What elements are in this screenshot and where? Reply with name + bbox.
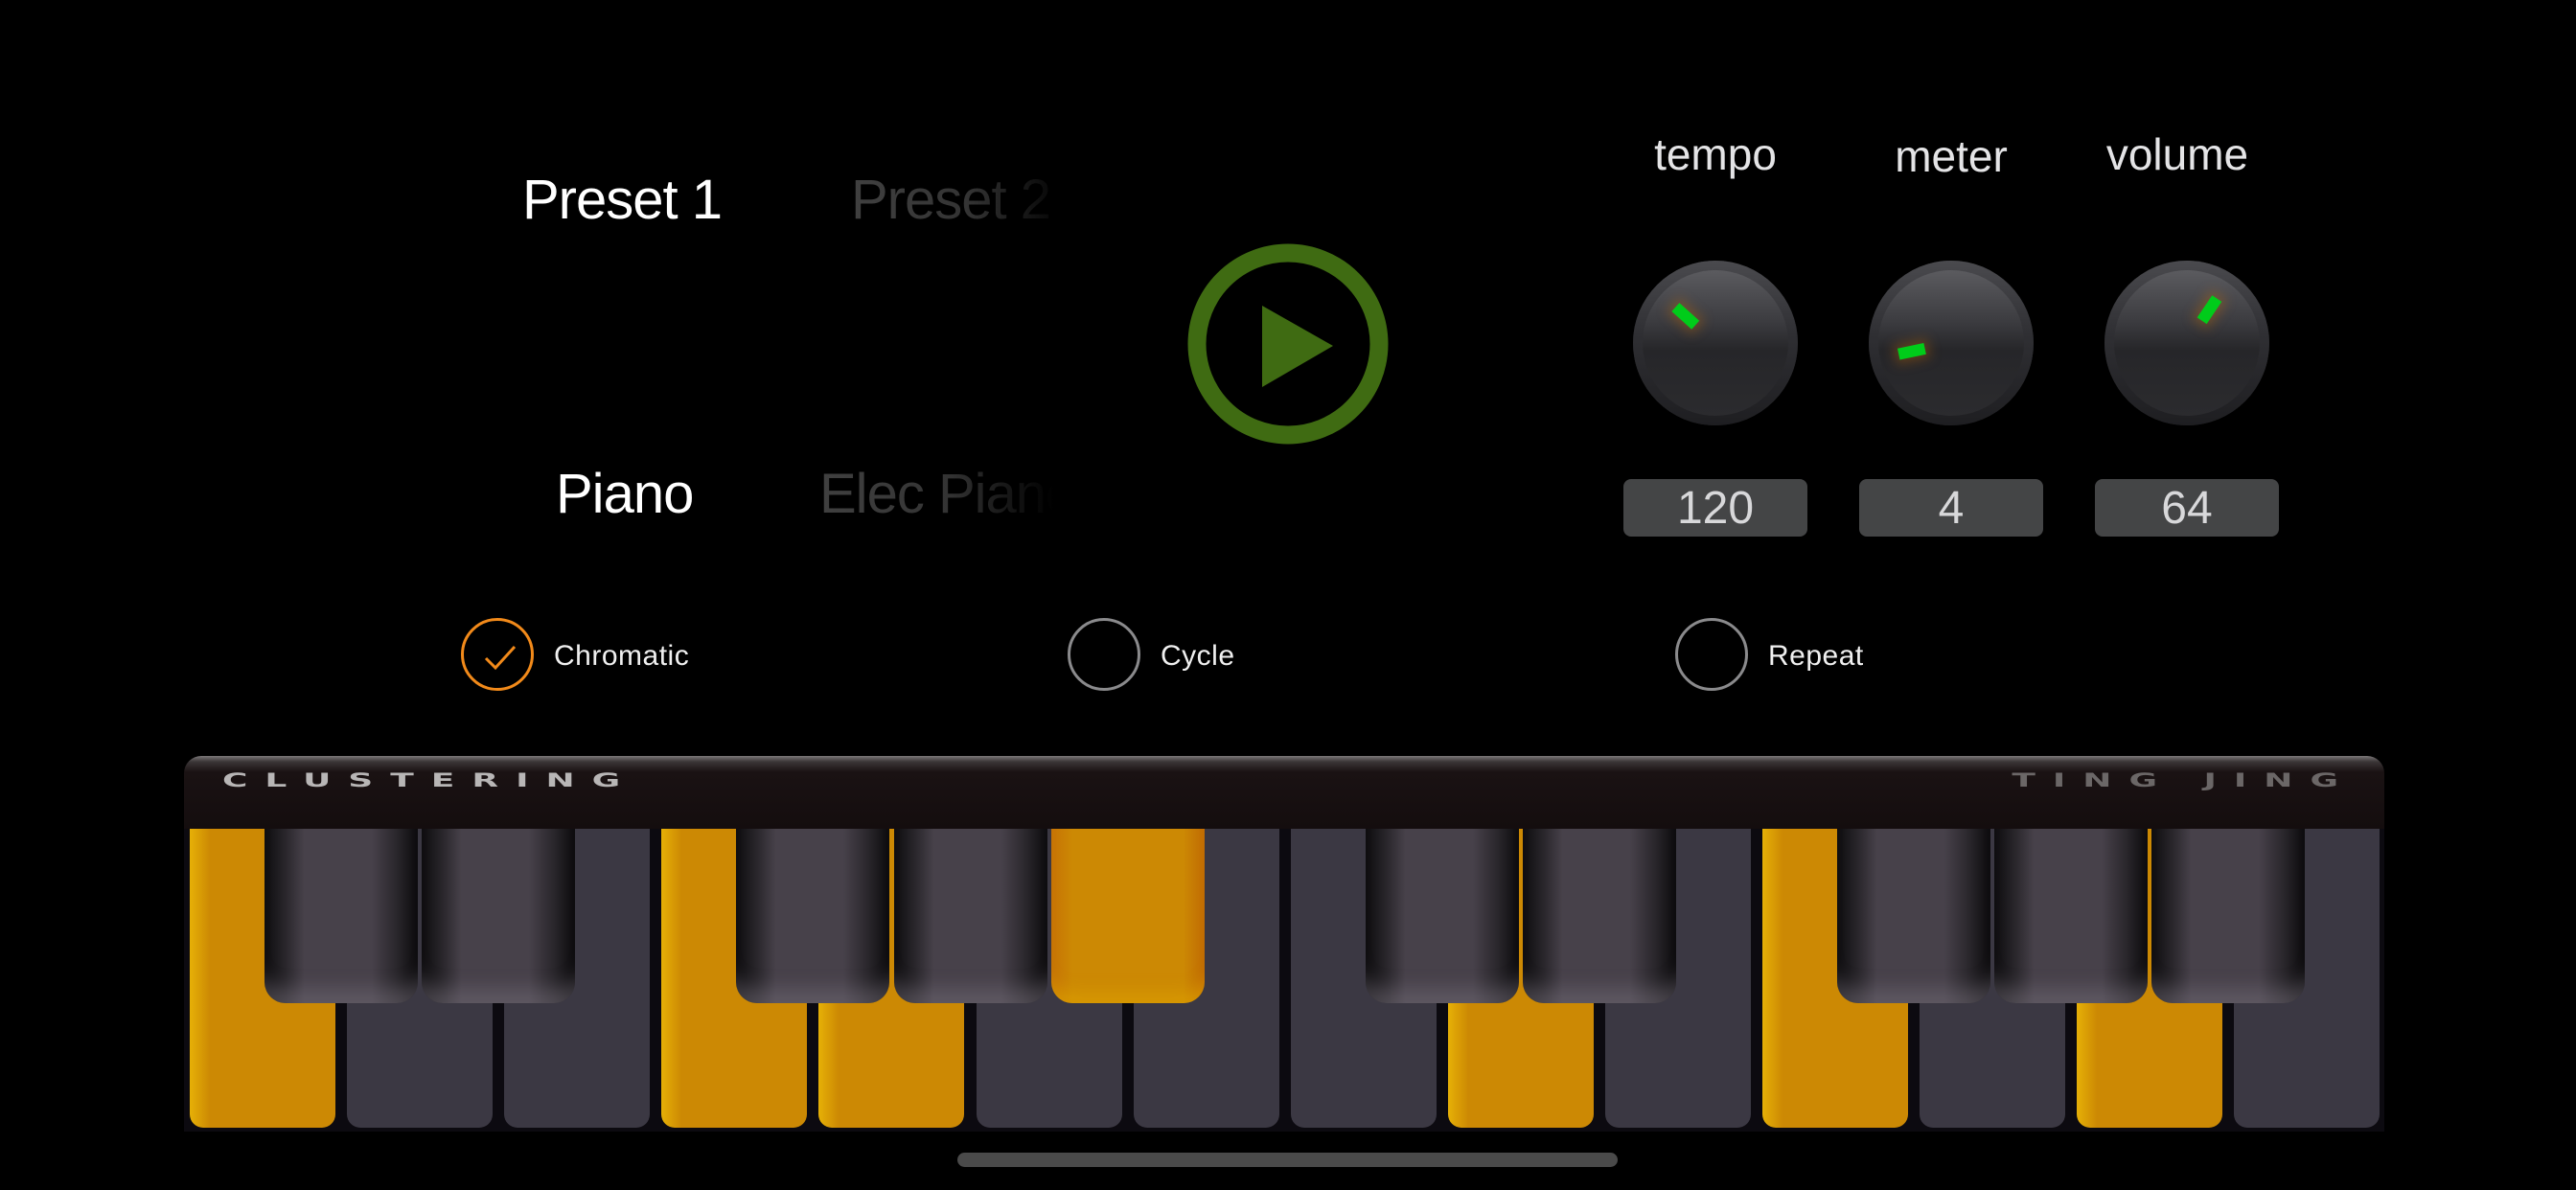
black-key[interactable] [422,829,576,1003]
repeat-label[interactable]: Repeat [1768,642,1864,671]
play-button[interactable] [1186,242,1390,446]
piano-keyboard: CLUSTERING TING JING [184,756,2384,1132]
chromatic-checkbox[interactable] [461,618,534,691]
black-key[interactable] [1994,829,2149,1003]
preset-1-option[interactable]: Preset 1 [522,172,723,228]
black-key[interactable] [1365,829,1519,1003]
black-key[interactable] [893,829,1047,1003]
volume-label: volume [2105,129,2249,179]
home-indicator[interactable] [957,1153,1618,1167]
tempo-label: tempo [1654,129,1777,179]
black-key[interactable] [1522,829,1676,1003]
brand-logo-clustering: CLUSTERING [222,769,638,791]
meter-knob[interactable] [1869,261,2034,425]
instrument-elec-piano-option[interactable]: Elec Piano [819,467,1076,522]
instrument-piano-option[interactable]: Piano [556,467,694,522]
tempo-knob[interactable] [1633,261,1798,425]
play-circle-icon [1187,243,1389,445]
black-key[interactable] [1050,829,1205,1003]
cycle-label[interactable]: Cycle [1161,642,1235,671]
meter-label: meter [1895,131,2008,181]
repeat-checkbox[interactable] [1675,618,1748,691]
preset-2-option[interactable]: Preset 2 [851,172,1068,228]
cycle-checkbox[interactable] [1068,618,1140,691]
black-key[interactable] [1837,829,1991,1003]
black-key[interactable] [2151,829,2306,1003]
keys-area [184,829,2384,1132]
black-key[interactable] [264,829,419,1003]
volume-value: 64 [2095,479,2279,537]
keyboard-header: CLUSTERING TING JING [184,756,2384,829]
volume-knob[interactable] [2104,261,2269,425]
meter-value: 4 [1859,479,2043,537]
chromatic-label[interactable]: Chromatic [554,642,689,671]
black-key[interactable] [736,829,890,1003]
brand-logo-ting-jing: TING JING [2012,769,2356,791]
checkmark-icon [484,645,517,671]
tempo-value: 120 [1623,479,1807,537]
